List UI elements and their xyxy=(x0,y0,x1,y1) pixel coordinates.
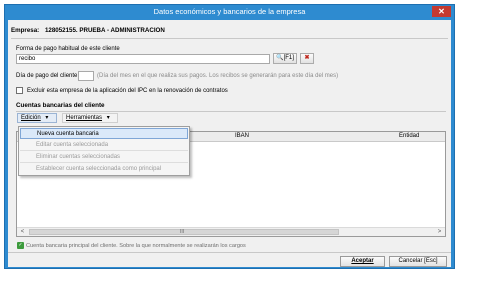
principal-note-text: Cuenta bancaria principal del cliente. S… xyxy=(26,242,246,249)
dia-pago-label: Día de pago del cliente xyxy=(16,73,78,79)
horizontal-scrollbar[interactable]: < III > xyxy=(17,227,445,236)
scroll-thumb[interactable]: III xyxy=(29,229,339,235)
ipc-checkbox[interactable] xyxy=(16,87,23,94)
close-button[interactable]: ✕ xyxy=(432,6,451,17)
window-title: Datos económicos y bancarios de la empre… xyxy=(153,7,306,16)
dialog-body: Empresa: 128052155. PRUEBA - ADMINISTRAC… xyxy=(8,20,451,267)
forma-pago-label: Forma de pago habitual de este cliente xyxy=(16,46,120,52)
forma-pago-lookup-button[interactable]: 🔍[F1] xyxy=(273,53,297,64)
accept-label: Aceptar xyxy=(351,258,374,264)
divider xyxy=(11,38,448,39)
search-icon: 🔍 xyxy=(276,55,284,61)
cancel-button[interactable]: Cancelar [Esc] xyxy=(389,256,447,267)
menu-item-eliminar-cuentas[interactable]: Eliminar cuentas seleccionadas xyxy=(20,152,188,163)
chevron-down-icon: ▾ xyxy=(45,115,49,121)
cancel-label: Cancelar [Esc] xyxy=(398,258,438,264)
menu-item-editar-cuenta[interactable]: Editar cuenta seleccionada xyxy=(20,140,188,151)
dia-pago-hint: (Día del mes en el que realiza sus pagos… xyxy=(97,73,339,79)
menu-item-nueva-cuenta[interactable]: Nueva cuenta bancaria xyxy=(20,128,188,139)
clear-button[interactable]: ✖ xyxy=(300,53,314,64)
accept-button[interactable]: Aceptar xyxy=(340,256,385,267)
herramientas-menu-button[interactable]: Herramientas ▾ xyxy=(62,113,118,123)
grip-glyph: III xyxy=(180,229,185,235)
menu-item-establecer-principal[interactable]: Establecer cuenta seleccionada como prin… xyxy=(20,164,188,175)
empresa-header: Empresa: 128052155. PRUEBA - ADMINISTRAC… xyxy=(11,25,165,37)
empresa-value: 128052155. PRUEBA - ADMINISTRACION xyxy=(44,27,165,34)
scroll-right-icon[interactable]: > xyxy=(435,228,444,236)
footer-divider xyxy=(8,252,451,253)
close-icon[interactable]: ✕ xyxy=(438,7,445,16)
edicion-menu-button[interactable]: Edición ▾ xyxy=(17,113,57,123)
ipc-label: Excluir esta empresa de la aplicación de… xyxy=(27,88,228,94)
edicion-dropdown-menu: Nueva cuenta bancaria Editar cuenta sele… xyxy=(18,126,190,176)
herramientas-label: Herramientas xyxy=(66,115,103,121)
lookup-label: [F1] xyxy=(283,55,294,61)
forma-pago-input[interactable]: recibo xyxy=(16,54,270,64)
title-bar: Datos económicos y bancarios de la empre… xyxy=(5,5,454,19)
cuentas-title: Cuentas bancarias del cliente xyxy=(16,102,105,109)
empresa-label: Empresa: xyxy=(11,27,40,34)
section-divider xyxy=(16,111,446,112)
check-icon: ✓ xyxy=(17,242,24,249)
delete-icon: ✖ xyxy=(304,55,310,61)
scroll-left-icon[interactable]: < xyxy=(18,228,27,236)
dia-pago-input[interactable] xyxy=(78,71,94,81)
dialog-window: Datos económicos y bancarios de la empre… xyxy=(4,4,455,269)
edicion-label: Edición xyxy=(21,115,41,121)
chevron-down-icon: ▾ xyxy=(106,115,110,121)
principal-note: ✓ Cuenta bancaria principal del cliente. … xyxy=(17,242,246,249)
column-entidad[interactable]: Entidad xyxy=(399,133,419,139)
column-iban[interactable]: IBAN xyxy=(235,133,249,139)
